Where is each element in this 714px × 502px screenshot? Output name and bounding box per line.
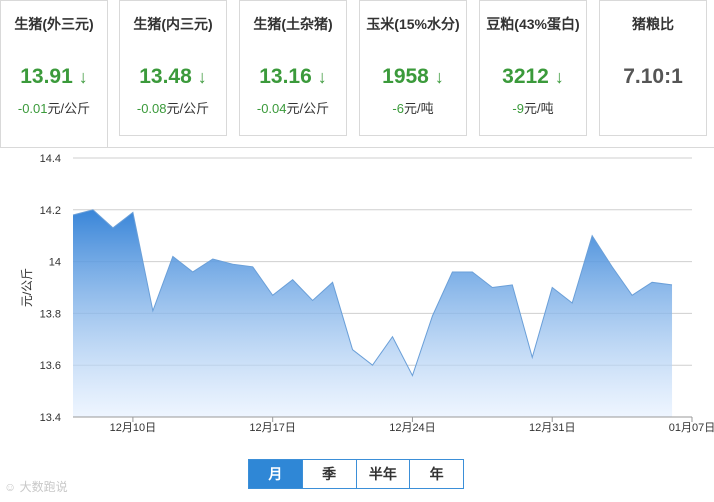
x-tick-label: 12月31日 — [529, 422, 575, 434]
period-tab[interactable]: 月 — [249, 460, 302, 488]
y-tick-label: 14 — [49, 257, 61, 269]
x-tick-label: 12月17日 — [249, 422, 295, 434]
watermark-text: 大数跑说 — [19, 480, 68, 494]
y-tick-label: 13.8 — [40, 308, 61, 320]
watermark: ☺ 大数跑说 — [4, 478, 68, 495]
period-tabs[interactable]: 月季半年年 — [248, 459, 464, 489]
y-axis-label: 元/公斤 — [20, 268, 34, 307]
x-tick-label: 01月07日 — [669, 422, 714, 434]
y-tick-label: 13.6 — [40, 360, 61, 372]
watermark-logo-icon: ☺ — [4, 480, 17, 494]
x-tick-label: 12月10日 — [110, 422, 156, 434]
price-trend-chart: 14.4 14.2 14 13.8 13.6 13.4 12月10日 12月17日 12月24日… — [20, 153, 714, 434]
period-tab[interactable]: 季 — [301, 460, 356, 488]
y-tick-label: 13.4 — [40, 412, 61, 424]
y-tick-label: 14.4 — [40, 153, 61, 165]
x-tick-label: 12月24日 — [389, 422, 435, 434]
period-tab[interactable]: 半年 — [355, 460, 410, 488]
y-tick-label: 14.2 — [40, 205, 61, 217]
period-tab[interactable]: 年 — [409, 460, 463, 488]
